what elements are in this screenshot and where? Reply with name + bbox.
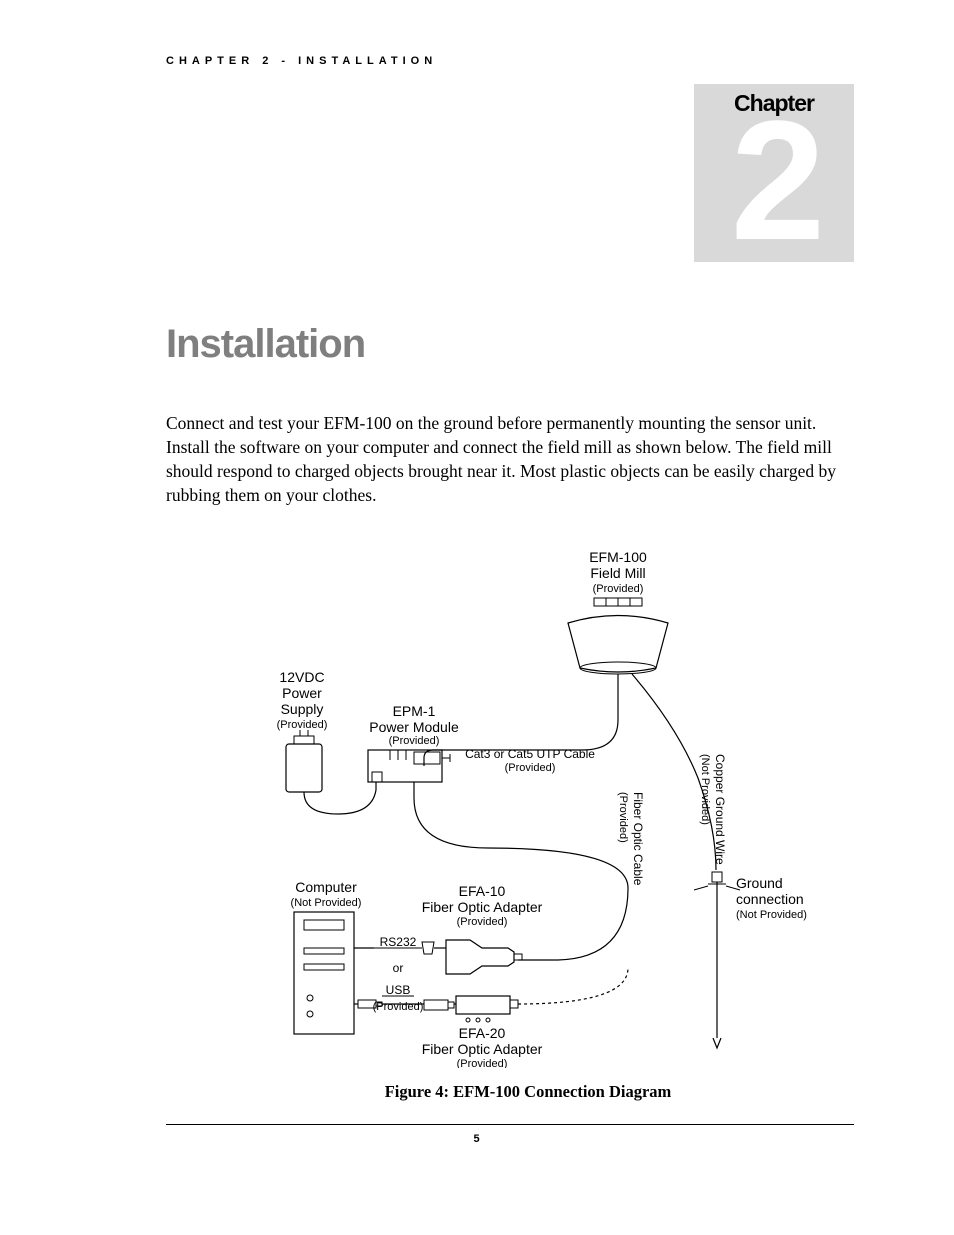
efa20-sub: Fiber Optic Adapter [422,1041,543,1057]
usb-note: (Provided) [373,1001,424,1013]
connection-diagram: .l1 { font: 14px Arial, sans-serif; } .l… [208,548,808,1068]
efm100-icon [568,598,668,674]
groundwire-label: Copper Ground Wire [713,754,727,865]
footer-rule [166,1124,854,1125]
page-number: 5 [0,1133,954,1145]
psu-icon [286,730,322,792]
efm100-title: EFM-100 [589,549,647,565]
epm1-icon [368,750,450,782]
figure: .l1 { font: 14px Arial, sans-serif; } .l… [208,548,848,1102]
efm100-note: (Provided) [593,583,644,595]
ground-title: Ground [736,875,783,891]
running-header: CHAPTER 2 - INSTALLATION [166,55,854,67]
psu-note: (Provided) [277,719,328,731]
fiber-note: (Provided) [617,792,629,843]
intro-paragraph: Connect and test your EFM-100 on the gro… [166,411,846,508]
efa10-sub: Fiber Optic Adapter [422,899,543,915]
ground-sub: connection [736,891,804,907]
figure-caption: Figure 4: EFM-100 Connection Diagram [208,1082,848,1102]
epm1-sub: Power Module [369,719,459,735]
efm100-sub: Field Mill [590,565,645,581]
fiber-label: Fiber Optic Cable [631,792,645,886]
chapter-number: 2 [694,111,854,251]
epm1-title: EPM-1 [393,703,436,719]
efa10-icon [446,940,522,974]
usb-label: USB [386,983,411,997]
catcable-label: Cat3 or Cat5 UTP Cable [465,747,595,761]
ground-stake-icon [694,872,740,1048]
page-title: Installation [166,322,854,367]
psu-l2: Power [282,685,322,701]
efa10-title: EFA-10 [459,883,506,899]
groundwire-note: (Not Provided) [699,754,711,825]
computer-icon [294,912,354,1034]
rs232-label: RS232 [380,935,417,949]
efa20-icon [456,996,518,1022]
psu-l3: Supply [281,701,324,717]
efa20-title: EFA-20 [459,1025,506,1041]
efa20-note: (Provided) [457,1058,508,1068]
chapter-block: Chapter 2 [694,84,854,262]
catcable-note: (Provided) [505,762,556,774]
epm1-note: (Provided) [389,735,440,747]
page: CHAPTER 2 - INSTALLATION Chapter 2 Insta… [0,0,954,1235]
psu-l1: 12VDC [279,669,324,685]
computer-label: Computer [295,879,357,895]
ground-note: (Not Provided) [736,909,807,921]
efa10-note: (Provided) [457,916,508,928]
or-label: or [393,961,404,975]
computer-note: (Not Provided) [291,897,362,909]
